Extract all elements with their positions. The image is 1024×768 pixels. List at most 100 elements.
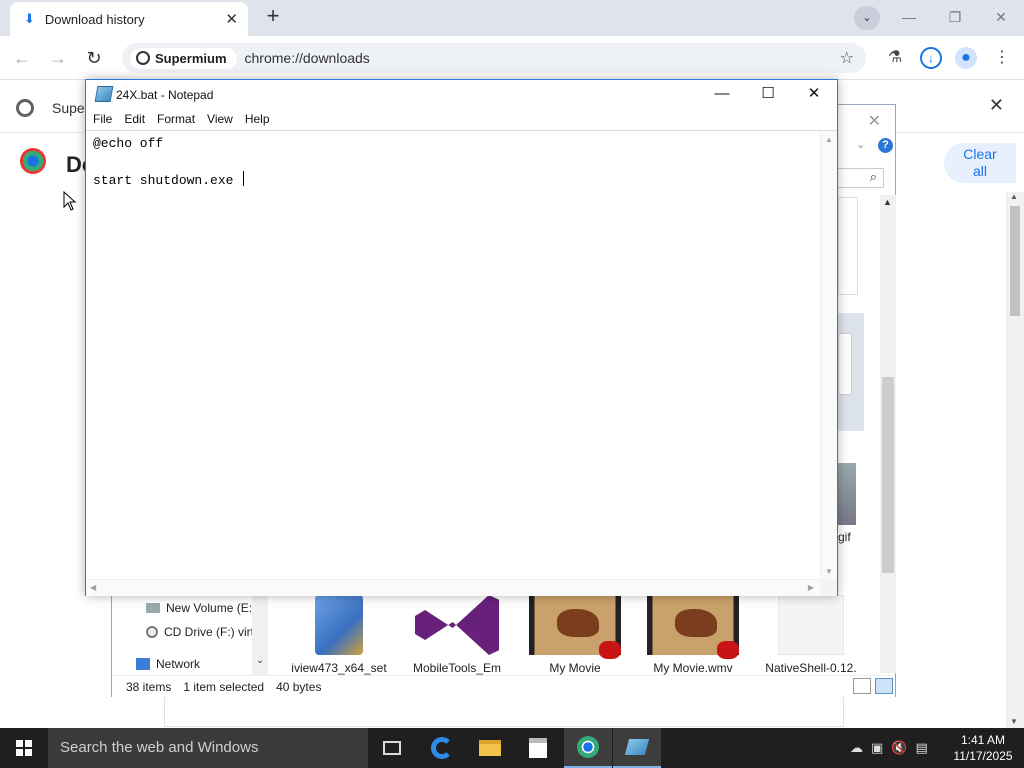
page-scrollbar[interactable]: ▲ ▼	[1006, 192, 1024, 728]
volume-muted-icon[interactable]: 🔇	[891, 740, 907, 756]
nav-item-new-volume[interactable]: New Volume (E:)	[146, 601, 256, 615]
preview-thumbnail	[838, 313, 864, 431]
explorer-scrollbar[interactable]: ▲ ▼	[880, 195, 896, 765]
notepad-vertical-scrollbar[interactable]: ▲ ▼	[820, 131, 837, 580]
notepad-text-area[interactable]: @echo off start shutdown.exe ▲ ▼ ◀ ▶	[86, 130, 837, 596]
movie-thumbnail	[647, 595, 739, 659]
nav-scroll-down-icon[interactable]: ⌄	[256, 655, 264, 666]
resize-grip-icon[interactable]	[820, 579, 837, 596]
notepad-title-bar[interactable]: 24X.bat - Notepad — ☐ ✕	[86, 80, 837, 108]
minimize-button[interactable]: —	[886, 0, 932, 34]
explorer-taskbar-button[interactable]	[466, 728, 514, 768]
file-item-my-movie[interactable]: My Movie	[520, 595, 630, 675]
network-icon	[136, 658, 150, 670]
menu-file[interactable]: File	[93, 108, 120, 130]
file-item-iview[interactable]: iview473_x64_set	[284, 595, 394, 675]
np-scroll-left-icon[interactable]: ◀	[90, 583, 96, 592]
edge-taskbar-button[interactable]	[418, 728, 466, 768]
url-text[interactable]: chrome://downloads	[245, 50, 370, 66]
explorer-scroll-thumb[interactable]	[882, 377, 894, 573]
np-scroll-right-icon[interactable]: ▶	[808, 583, 814, 592]
notepad-minimize-button[interactable]: —	[699, 80, 745, 108]
tab-search-button[interactable]: ⌄	[854, 6, 880, 30]
clock-date: 11/17/2025	[953, 749, 1013, 763]
nav-item-label: New Volume (E:)	[166, 601, 257, 615]
taskbar-clock[interactable]: 1:41 AM 11/17/2025	[952, 732, 1014, 764]
folder-icon	[479, 740, 501, 756]
menu-view[interactable]: View	[207, 108, 241, 130]
gif-thumbnail[interactable]	[838, 463, 856, 525]
file-label: My Movie	[549, 661, 601, 675]
site-chip-label: Supermium	[155, 50, 227, 66]
store-taskbar-button[interactable]	[514, 728, 562, 768]
drive-icon	[146, 603, 160, 613]
explorer-search-input[interactable]: ⌕	[832, 168, 884, 188]
navigation-pane: New Volume (E:) CD Drive (F:) virt Netwo…	[112, 595, 268, 675]
profile-avatar-icon[interactable]: ●	[955, 47, 977, 69]
window-controls: — ❐ ✕	[886, 0, 1024, 34]
download-card	[164, 697, 844, 727]
view-buttons	[853, 678, 893, 694]
restore-button[interactable]: ❐	[932, 0, 978, 34]
notepad-content[interactable]: @echo off start shutdown.exe	[93, 135, 245, 190]
tab-close-button[interactable]: ✕	[225, 10, 238, 28]
notepad-close-button[interactable]: ✕	[791, 80, 837, 108]
cd-drive-icon	[146, 626, 158, 638]
labs-flask-icon[interactable]: ⚗	[884, 47, 906, 69]
np-scroll-down-icon[interactable]: ▼	[825, 567, 833, 576]
file-item-nativeshell[interactable]: NativeShell-0.12.	[756, 595, 866, 675]
help-icon[interactable]: ?	[878, 138, 893, 153]
system-tray: ☁ ▣ 🔇 ▤	[850, 740, 928, 756]
nav-item-cd-drive[interactable]: CD Drive (F:) virt	[146, 625, 254, 639]
file-label: My Movie.wmv	[653, 661, 733, 675]
notepad-taskbar-button[interactable]	[613, 728, 661, 768]
action-center-icon[interactable]: ▤	[915, 740, 927, 756]
close-bar-icon[interactable]: ✕	[989, 95, 1004, 116]
reload-button[interactable]: ↻	[82, 46, 106, 70]
task-view-button[interactable]	[368, 728, 416, 768]
file-item-my-movie-wmv[interactable]: My Movie.wmv	[638, 595, 748, 675]
notepad-horizontal-scrollbar[interactable]: ◀ ▶	[86, 579, 820, 596]
gif-file-label: gif	[838, 530, 851, 544]
menu-help[interactable]: Help	[245, 108, 278, 130]
details-view-button[interactable]	[853, 678, 871, 694]
file-label: iview473_x64_set	[291, 661, 387, 675]
tab-download-history[interactable]: ⬇ Download history ✕	[10, 2, 248, 36]
start-button[interactable]	[0, 728, 48, 768]
back-button[interactable]: ←	[10, 46, 34, 70]
network-tray-icon[interactable]: ▣	[871, 740, 883, 756]
new-tab-button[interactable]: +	[262, 5, 284, 29]
address-bar[interactable]: Supermium chrome://downloads ☆	[122, 43, 866, 73]
forward-button[interactable]: →	[46, 46, 70, 70]
text-line-1: @echo off	[93, 136, 164, 151]
nav-item-label: CD Drive (F:) virt	[164, 625, 254, 639]
scroll-thumb[interactable]	[1010, 206, 1020, 316]
cloud-icon[interactable]: ☁	[850, 740, 863, 756]
explorer-scroll-up-icon[interactable]: ▲	[883, 197, 892, 207]
bookmark-star-icon[interactable]: ☆	[840, 48, 854, 68]
downloads-toolbar-icon[interactable]: ↓	[920, 47, 942, 69]
nav-pane-scrollbar[interactable]: ⌄	[252, 595, 268, 675]
text-line-2	[93, 153, 244, 171]
scroll-up-icon[interactable]: ▲	[1010, 192, 1018, 201]
ribbon-chevron-icon[interactable]: ⌄	[856, 138, 865, 151]
close-window-button[interactable]: ✕	[978, 0, 1024, 34]
clear-all-line1: Clear	[963, 146, 997, 162]
file-item-mobiletools[interactable]: MobileTools_Em	[402, 595, 512, 675]
text-caret	[243, 171, 245, 186]
large-icons-view-button[interactable]	[875, 678, 893, 694]
taskbar-search-box[interactable]: Search the web and Windows	[48, 728, 368, 768]
scroll-down-icon[interactable]: ▼	[1010, 717, 1018, 726]
np-scroll-up-icon[interactable]: ▲	[825, 135, 833, 144]
notepad-title: 24X.bat - Notepad	[116, 88, 214, 102]
explorer-close-icon[interactable]: ✕	[868, 111, 881, 131]
clear-all-button[interactable]: Clear all	[944, 143, 1016, 183]
kebab-menu-icon[interactable]: ⋮	[991, 47, 1013, 69]
menu-format[interactable]: Format	[157, 108, 203, 130]
site-info-chip[interactable]: Supermium	[130, 47, 237, 69]
menu-edit[interactable]: Edit	[124, 108, 153, 130]
notepad-maximize-button[interactable]: ☐	[745, 80, 791, 108]
taskbar: Search the web and Windows ☁ ▣ 🔇 ▤ 1:41 …	[0, 728, 1024, 768]
browser-taskbar-button[interactable]	[564, 728, 612, 768]
nav-item-network[interactable]: Network	[136, 657, 200, 671]
